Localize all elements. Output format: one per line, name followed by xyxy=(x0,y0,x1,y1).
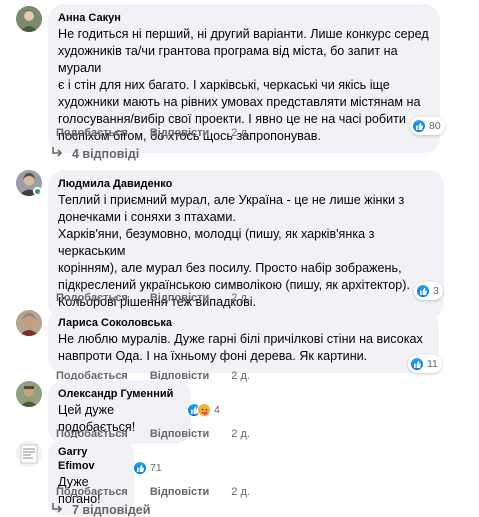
comment-time[interactable]: 2 д. xyxy=(231,127,250,139)
view-replies-button[interactable]: 4 відповіді xyxy=(50,145,139,162)
avatar[interactable] xyxy=(16,381,42,407)
reply-button[interactable]: Відповісти xyxy=(150,292,209,304)
reaction-count: 3 xyxy=(433,285,439,297)
avatar[interactable] xyxy=(16,310,42,336)
reaction-count: 4 xyxy=(214,404,220,416)
comment-line: художників та/чи грантова програма від м… xyxy=(58,44,398,75)
reaction-summary[interactable]: 80 xyxy=(410,117,445,135)
comment-line: художники мають на рівних умовах предста… xyxy=(58,95,421,109)
online-status-icon xyxy=(33,187,42,196)
reply-button[interactable]: Відповісти xyxy=(150,127,209,139)
comment-line: донечками і соняхи з птахами. xyxy=(58,210,236,224)
reaction-summary[interactable]: 3 xyxy=(414,282,443,300)
comment-author[interactable]: Garry Efimov xyxy=(58,445,124,473)
avatar[interactable] xyxy=(16,6,42,32)
replies-label: 4 відповіді xyxy=(72,146,140,161)
comment-line: голосування/вибір свої проекти. І явно ц… xyxy=(58,112,406,126)
comment-time[interactable]: 2 д. xyxy=(231,486,250,498)
reaction-summary[interactable]: 4 xyxy=(185,401,224,419)
comment-actions: Подобається Відповісти 2 д. xyxy=(56,127,250,139)
reaction-count: 80 xyxy=(429,120,441,132)
comment-line: є і стін для них багато. І харківські, ч… xyxy=(58,78,390,92)
comment-time[interactable]: 2 д. xyxy=(231,292,250,304)
like-reaction-icon xyxy=(416,284,430,298)
avatar[interactable] xyxy=(16,441,42,467)
reply-button[interactable]: Відповісти xyxy=(150,428,209,440)
reaction-summary[interactable]: 11 xyxy=(408,355,442,373)
comment-author[interactable]: Лариса Соколовська xyxy=(58,316,429,330)
comment-text: Не люблю муралів. Дуже гарні білі причіл… xyxy=(58,331,429,365)
comment-actions: Подобається Відповісти 2 д. xyxy=(56,292,250,304)
comment-line: Харків'яни, безумовно, молодці (пишу, як… xyxy=(58,227,375,258)
reaction-count: 11 xyxy=(427,358,438,370)
replies-label: 7 відповідей xyxy=(72,502,151,517)
comment-line: Не люблю муралів. Дуже гарні білі причіл… xyxy=(58,332,423,346)
like-reaction-icon xyxy=(410,357,424,371)
like-button[interactable]: Подобається xyxy=(56,292,128,304)
like-button[interactable]: Подобається xyxy=(56,127,128,139)
care-reaction-icon xyxy=(197,403,211,417)
comment-line: Не годиться ні перший, ні другий варіант… xyxy=(58,27,429,41)
comment-actions: Подобається Відповісти 2 д. xyxy=(56,486,250,498)
view-replies-button[interactable]: 7 відповідей xyxy=(50,501,150,517)
reply-button[interactable]: Відповісти xyxy=(150,486,209,498)
like-button[interactable]: Подобається xyxy=(56,486,128,498)
comment-line: навпроти Ода. І на їхньому фоні дерева. … xyxy=(58,349,368,363)
reaction-count: 71 xyxy=(150,462,162,474)
like-reaction-icon xyxy=(412,119,426,133)
comment-line: Теплий і приємний мурал, але Україна - ц… xyxy=(58,193,405,207)
comment-author[interactable]: Анна Сакун xyxy=(58,11,430,25)
like-reaction-icon xyxy=(133,461,147,475)
reaction-summary[interactable]: 71 xyxy=(131,459,166,477)
reply-arrow-icon xyxy=(50,501,64,517)
comment-author[interactable]: Олександр Гуменний xyxy=(58,387,181,401)
comment-author[interactable]: Людмила Давиденко xyxy=(58,177,434,191)
comment-bubble: Лариса Соколовська Не люблю муралів. Дуж… xyxy=(48,309,439,373)
comment-time[interactable]: 2 д. xyxy=(231,370,250,382)
comment-line: корінням), але мурал без посилу. Просто … xyxy=(58,261,402,275)
comment-time[interactable]: 2 д. xyxy=(231,428,250,440)
reply-arrow-icon xyxy=(50,145,64,162)
